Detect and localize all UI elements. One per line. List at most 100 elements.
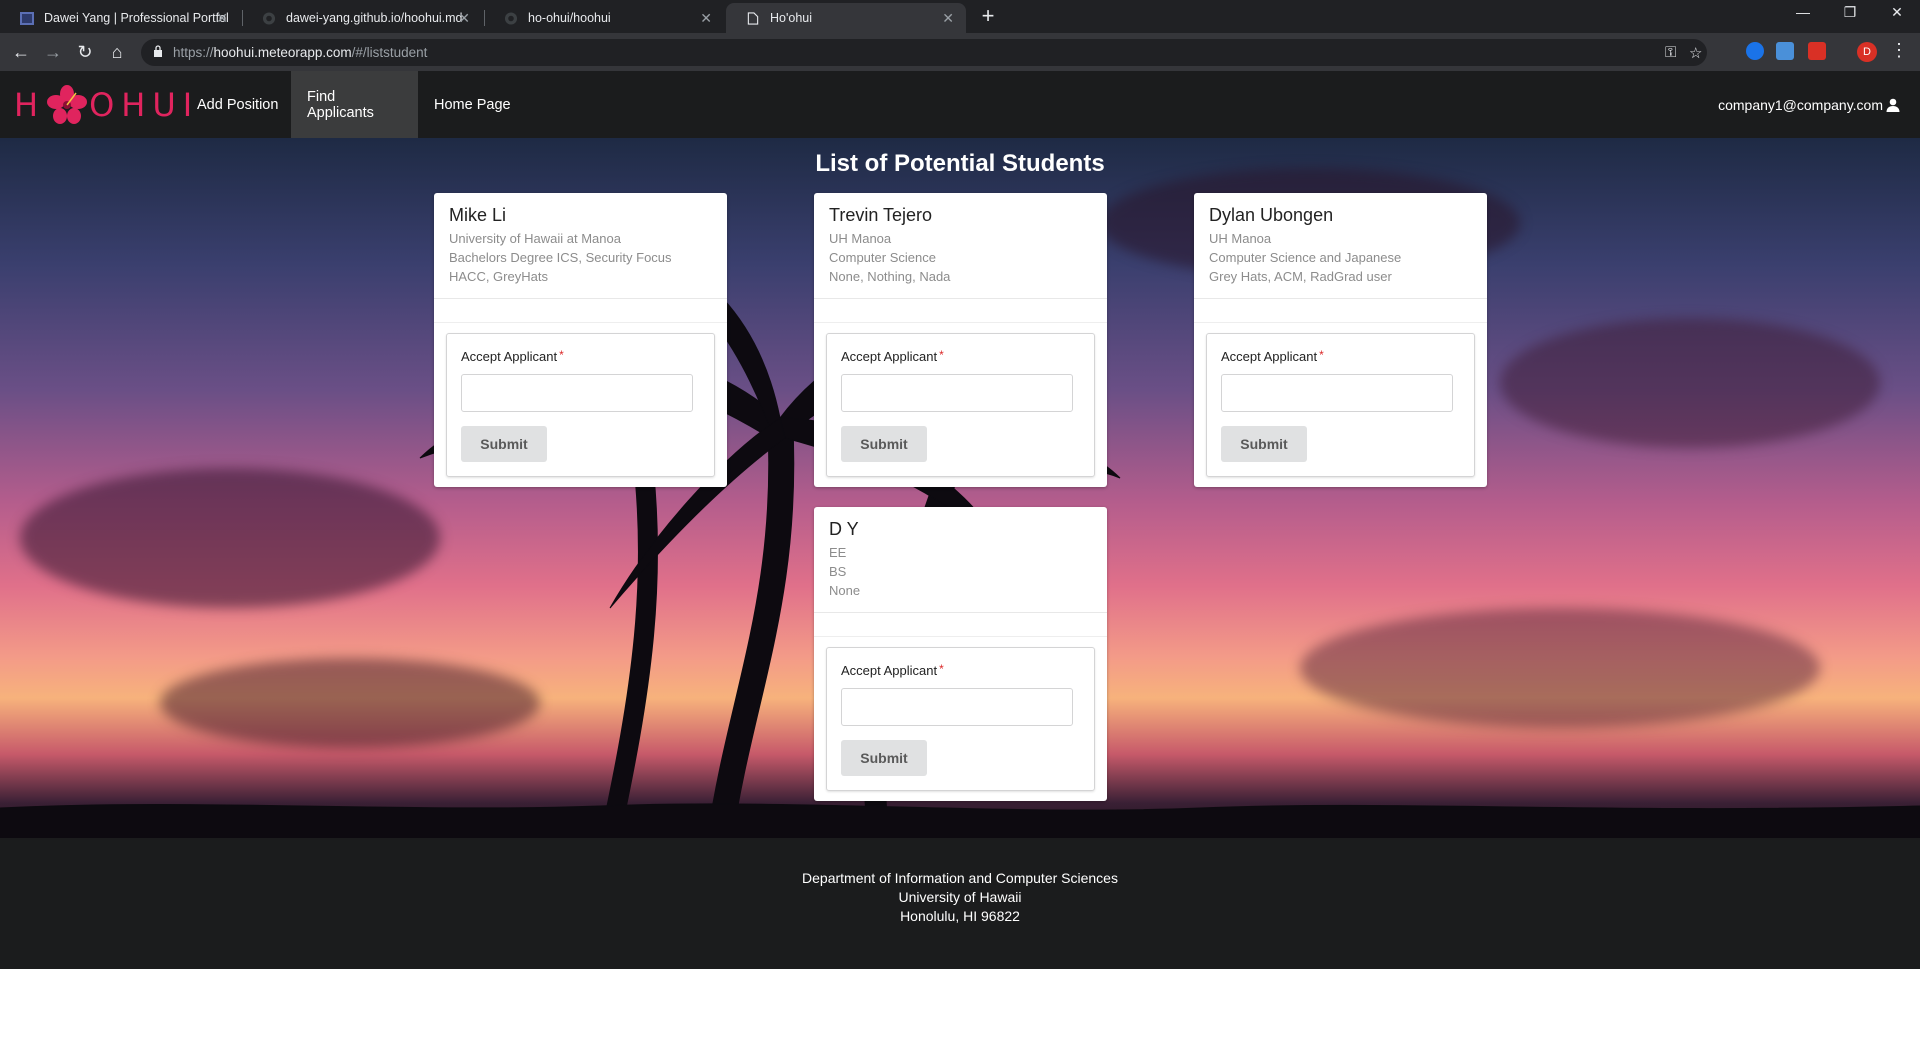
student-school: University of Hawaii at Manoa: [449, 231, 621, 246]
app-navbar: H OHUI Add Position Find Applicants Home…: [0, 71, 1920, 138]
student-name: Mike Li: [449, 205, 507, 225]
student-activities: None, Nothing, Nada: [829, 269, 951, 284]
submit-button[interactable]: Submit: [841, 426, 927, 462]
react-devtools-icon[interactable]: [1746, 42, 1764, 60]
accept-form: Accept Applicant * Submit: [446, 333, 715, 477]
student-card: D Y EE BS None Accept Applicant * Submit: [814, 507, 1107, 801]
hibiscus-icon: [47, 85, 88, 124]
student-info: D Y EE BS None: [814, 507, 1107, 613]
student-degree: Computer Science: [829, 250, 936, 265]
restore-icon[interactable]: ❐: [1827, 4, 1873, 21]
user-email: company1@company.com: [1718, 96, 1883, 113]
window-close-icon[interactable]: ✕: [1874, 4, 1920, 21]
accept-applicant-label: Accept Applicant: [461, 349, 558, 364]
page-title: List of Potential Students: [815, 150, 1105, 177]
card-divider: [814, 613, 1107, 637]
extension-icon[interactable]: [1776, 42, 1794, 60]
accept-applicant-input[interactable]: [841, 688, 1073, 726]
browser-tab-bar: Dawei Yang | Professional Portfol ✕ dawe…: [0, 0, 1920, 33]
required-mark: *: [939, 348, 944, 362]
reload-icon[interactable]: ↻: [73, 40, 97, 64]
accept-applicant-input[interactable]: [461, 374, 693, 412]
hoohui-logo[interactable]: H OHUI: [14, 83, 199, 127]
close-icon[interactable]: ✕: [942, 10, 954, 27]
browser-tab[interactable]: ho-ohui/hoohui ✕: [484, 3, 724, 33]
key-icon[interactable]: ⚿: [1665, 44, 1676, 61]
url-path: /#/liststudent: [351, 45, 428, 60]
accept-applicant-input[interactable]: [1221, 374, 1453, 412]
required-mark: *: [1319, 348, 1324, 362]
student-activities: None: [829, 583, 861, 598]
footer-university: University of Hawaii: [898, 889, 1022, 905]
pocket-icon[interactable]: [1808, 42, 1826, 60]
nav-add-position[interactable]: Add Position: [181, 71, 294, 138]
home-icon[interactable]: ⌂: [105, 40, 129, 64]
submit-button[interactable]: Submit: [841, 740, 927, 776]
accept-form: Accept Applicant * Submit: [826, 647, 1095, 791]
card-divider: [434, 299, 727, 323]
student-name: D Y: [829, 519, 859, 539]
student-degree: BS: [829, 564, 847, 579]
url-scheme: https://: [173, 45, 214, 60]
student-info: Trevin Tejero UH Manoa Computer Science …: [814, 193, 1107, 299]
browser-tab[interactable]: Dawei Yang | Professional Portfol ✕: [0, 3, 240, 33]
accept-applicant-label: Accept Applicant: [1221, 349, 1318, 364]
browser-tab-title: Ho'ohui: [770, 11, 812, 25]
browser-tab[interactable]: dawei-yang.github.io/hoohui.md ✕: [242, 3, 482, 33]
user-icon: [1886, 98, 1900, 112]
student-name: Trevin Tejero: [829, 205, 933, 225]
browser-tab-active[interactable]: Ho'ohui ✕: [726, 3, 966, 33]
back-arrow-icon[interactable]: ←: [9, 40, 33, 64]
new-tab-plus-icon[interactable]: +: [976, 5, 1000, 29]
accept-applicant-label: Accept Applicant: [841, 663, 938, 678]
github-icon: [504, 12, 518, 25]
logo-text-left: H: [14, 86, 46, 124]
student-name: Dylan Ubongen: [1209, 205, 1334, 225]
accept-form: Accept Applicant * Submit: [1206, 333, 1475, 477]
browser-toolbar: ← → ↻ ⌂ https://hoohui.meteorapp.com/#/l…: [0, 33, 1920, 71]
student-degree: Bachelors Degree ICS, Security Focus: [449, 250, 672, 265]
student-card: Dylan Ubongen UH Manoa Computer Science …: [1194, 193, 1487, 487]
github-icon: [262, 12, 276, 25]
browser-menu-icon[interactable]: ⋮: [1890, 41, 1908, 59]
portfolio-favicon-icon: [20, 12, 34, 25]
nav-find-applicants[interactable]: Find Applicants: [291, 71, 418, 138]
card-divider: [1194, 299, 1487, 323]
minimize-icon[interactable]: —: [1780, 4, 1826, 20]
forward-arrow-icon[interactable]: →: [41, 40, 65, 64]
footer-address: Honolulu, HI 96822: [900, 908, 1020, 924]
user-menu[interactable]: company1@company.com: [1718, 71, 1900, 138]
student-degree: Computer Science and Japanese: [1209, 250, 1402, 265]
close-icon[interactable]: ✕: [216, 10, 228, 27]
accept-applicant-label: Accept Applicant: [841, 349, 938, 364]
close-icon[interactable]: ✕: [458, 10, 470, 27]
bookmark-star-icon[interactable]: ☆: [1689, 44, 1702, 62]
student-info: Dylan Ubongen UH Manoa Computer Science …: [1194, 193, 1487, 299]
student-school: EE: [829, 545, 847, 560]
accept-form: Accept Applicant * Submit: [826, 333, 1095, 477]
footer-department: Department of Information and Computer S…: [802, 870, 1118, 886]
student-card: Trevin Tejero UH Manoa Computer Science …: [814, 193, 1107, 487]
required-mark: *: [559, 348, 564, 362]
page-footer: Department of Information and Computer S…: [0, 838, 1920, 969]
submit-button[interactable]: Submit: [1221, 426, 1307, 462]
submit-button[interactable]: Submit: [461, 426, 547, 462]
student-school: UH Manoa: [1209, 231, 1272, 246]
browser-tab-title: dawei-yang.github.io/hoohui.md: [286, 11, 463, 25]
browser-tab-title: Dawei Yang | Professional Portfol: [44, 11, 229, 25]
profile-avatar[interactable]: D: [1857, 42, 1877, 62]
required-mark: *: [939, 662, 944, 676]
address-bar[interactable]: https://hoohui.meteorapp.com/#/liststude…: [141, 39, 1707, 66]
student-school: UH Manoa: [829, 231, 892, 246]
close-icon[interactable]: ✕: [700, 10, 712, 27]
nav-home-page[interactable]: Home Page: [418, 71, 527, 138]
student-activities: HACC, GreyHats: [449, 269, 548, 284]
page-icon: [747, 12, 759, 25]
card-divider: [814, 299, 1107, 323]
student-activities: Grey Hats, ACM, RadGrad user: [1209, 269, 1392, 284]
accept-applicant-input[interactable]: [841, 374, 1073, 412]
url-text: https://hoohui.meteorapp.com/#/liststude…: [173, 45, 427, 60]
url-host: hoohui.meteorapp.com: [213, 45, 352, 60]
student-card: Mike Li University of Hawaii at Manoa Ba…: [434, 193, 727, 487]
lock-icon: [154, 45, 162, 57]
